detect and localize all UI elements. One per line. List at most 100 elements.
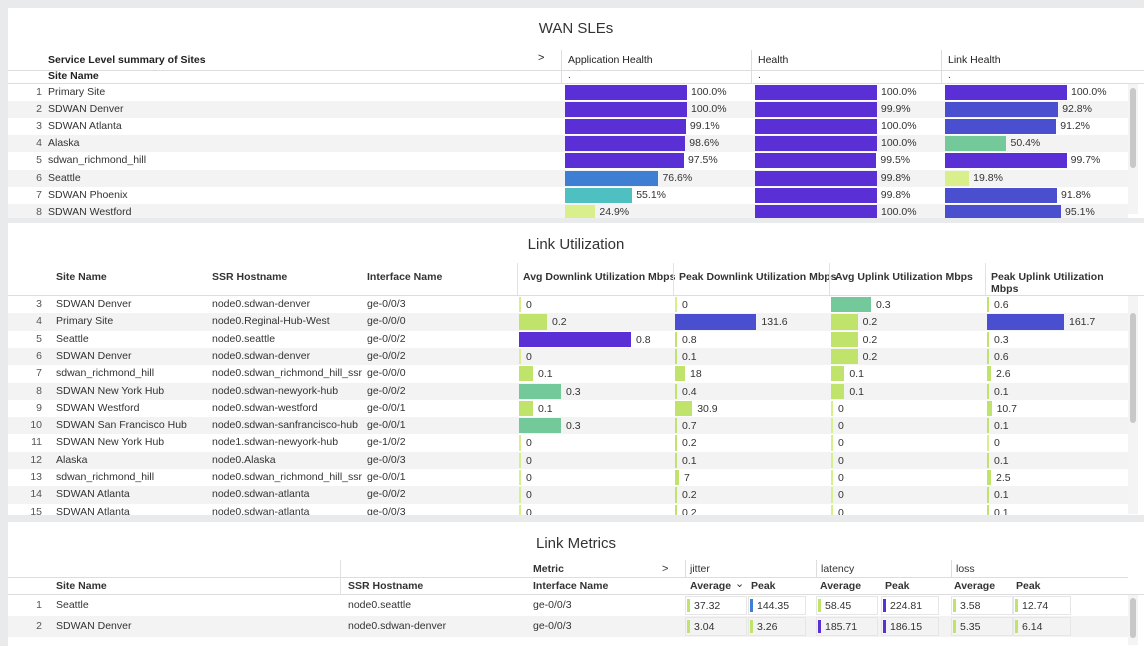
sort-desc-icon[interactable]: ⌄ <box>735 577 744 590</box>
metric-group-loss: loss <box>951 560 1081 577</box>
col-ssr-hostname[interactable]: SSR Hostname <box>212 271 287 283</box>
au-value: 0.2 <box>862 333 878 346</box>
util-table-row[interactable]: 4 Primary Site node0.Reginal-Hub-West ge-0/… <box>8 313 1128 331</box>
metric-value: 185.71 <box>825 621 858 633</box>
wan-table-row[interactable]: 7 SDWAN Phoenix 55.1% 99.8% 91.8% <box>8 187 1128 204</box>
util-table-row[interactable]: 13 sdwan_richmond_hill node0.sdwan_richmon… <box>8 469 1128 486</box>
pd-bar <box>675 297 677 313</box>
wan-table-row[interactable]: 1 Primary Site 100.0% 100.0% 100.0% <box>8 84 1128 101</box>
ad-bar <box>519 366 533 382</box>
col-loss-average[interactable]: Average <box>954 580 995 592</box>
col-latency-average[interactable]: Average <box>820 580 861 592</box>
row-number: 15 <box>30 505 42 515</box>
ssr-hostname: node0.seattle <box>348 599 412 611</box>
col-latency-peak[interactable]: Peak <box>885 580 910 592</box>
wan-table-row[interactable]: 3 SDWAN Atlanta 99.1% 100.0% 91.2% <box>8 118 1128 135</box>
col-avg-uplink[interactable]: Avg Uplink Utilization Mbps <box>835 271 973 283</box>
pu-bar <box>987 418 989 434</box>
pu-bar <box>987 314 1064 330</box>
row-number: 8 <box>36 384 42 397</box>
util-table-row[interactable]: 14 SDWAN Atlanta node0.sdwan-atlanta ge-0/0… <box>8 486 1128 504</box>
ssr-hostname: node1.sdwan-newyork-hub <box>212 436 339 449</box>
pd-value: 0.2 <box>682 506 697 515</box>
au-value: 0 <box>838 489 844 502</box>
ad-bar <box>519 470 521 486</box>
site-name: SDWAN Westford <box>56 401 140 414</box>
site-name: Primary Site <box>48 86 106 98</box>
util-scrollbar[interactable] <box>1130 313 1136 423</box>
au-bar <box>831 470 833 486</box>
site-name: SDWAN Westford <box>48 205 132 218</box>
metric-expand-chevron[interactable]: > <box>662 563 668 575</box>
wan-table-row[interactable]: 6 Seattle 76.6% 99.8% 19.8% <box>8 169 1128 187</box>
metric-cell: 3.04 <box>685 617 747 636</box>
col-jitter-peak[interactable]: Peak <box>751 580 776 592</box>
au-value: 0 <box>838 420 844 433</box>
site-name: sdwan_richmond_hill <box>48 154 147 167</box>
col-ssr-hostname[interactable]: SSR Hostname <box>348 580 423 592</box>
wan-col-site-header[interactable]: Site Name <box>48 70 99 83</box>
pd-value: 0.1 <box>682 454 697 467</box>
pu-bar <box>987 435 989 451</box>
app-value: 98.6% <box>689 137 720 150</box>
util-table-row[interactable]: 15 SDWAN Atlanta node0.sdwan-atlanta ge-0/0… <box>8 504 1128 515</box>
util-table-row[interactable]: 12 Alaska node0.Alaska ge-0/0/3 0 0.1 0 0.1 <box>8 451 1128 469</box>
row-number: 5 <box>36 332 42 345</box>
wan-table-row[interactable]: 2 SDWAN Denver 100.0% 99.9% 92.8% <box>8 101 1128 119</box>
interface-name: ge-0/0/2 <box>367 332 406 345</box>
wan-table-row[interactable]: 5 sdwan_richmond_hill 97.5% 99.5% 99.7% <box>8 152 1128 169</box>
col-peak-downlink[interactable]: Peak Downlink Utilization Mbps <box>679 271 837 283</box>
col-avg-downlink[interactable]: Avg Downlink Utilization Mbps <box>523 271 675 283</box>
link-value: 91.8% <box>1060 188 1091 201</box>
col-peak-uplink[interactable]: Peak Uplink Utilization Mbps <box>991 271 1128 295</box>
row-number: 11 <box>31 436 42 449</box>
util-table-row[interactable]: 6 SDWAN Denver node0.sdwan-denver ge-0/0/2 0… <box>8 347 1128 366</box>
col-interface-name[interactable]: Interface Name <box>367 271 442 283</box>
util-table-row[interactable]: 10 SDWAN San Francisco Hub node0.sdwan-san… <box>8 417 1128 435</box>
au-bar <box>831 435 833 451</box>
ad-value: 0.3 <box>566 420 581 433</box>
pd-bar <box>675 383 677 399</box>
util-table-row[interactable]: 8 SDWAN New York Hub node0.sdwan-newyork-h… <box>8 382 1128 400</box>
wan-table-row[interactable]: 4 Alaska 98.6% 100.0% 50.4% <box>8 135 1128 153</box>
pd-value: 0.4 <box>682 385 697 398</box>
site-name: Seattle <box>48 171 81 184</box>
util-table-row[interactable]: 5 Seattle node0.seattle ge-0/0/2 0.8 0.8 0.2 0.… <box>8 331 1128 348</box>
row-number: 4 <box>36 137 42 150</box>
metric-cell: 37.32 <box>685 596 747 615</box>
link-bar <box>945 170 970 186</box>
health-value: 99.8% <box>880 171 911 184</box>
health-value: 100.0% <box>881 137 917 150</box>
wan-table-row[interactable]: 8 SDWAN Westford 24.9% 100.0% 95.1% <box>8 203 1128 218</box>
link-utilization-title: Link Utilization <box>527 236 625 253</box>
metrics-table-row[interactable]: 2 SDWAN Denver node0.sdwan-denver ge-0/0/3 3… <box>8 616 1128 637</box>
app-bar <box>565 102 687 118</box>
link-bar <box>945 85 1067 101</box>
ssr-hostname: node0.sdwan-atlanta <box>212 488 310 501</box>
util-table-row[interactable]: 7 sdwan_richmond_hill node0.sdwan_richmond… <box>8 365 1128 382</box>
link-bar <box>945 119 1057 135</box>
pu-bar <box>987 348 989 365</box>
col-site-name[interactable]: Site Name <box>56 580 107 592</box>
ad-bar <box>519 314 547 330</box>
metrics-table-row[interactable]: 1 Seattle node0.seattle ge-0/0/3 37.32 144.35… <box>8 595 1128 616</box>
metrics-scrollbar[interactable] <box>1130 598 1136 638</box>
pu-value: 0.6 <box>994 350 1009 363</box>
util-table-row[interactable]: 3 SDWAN Denver node0.sdwan-denver ge-0/0/3 0… <box>8 296 1128 313</box>
col-interface-name[interactable]: Interface Name <box>533 580 608 592</box>
col-site-name[interactable]: Site Name <box>56 271 107 283</box>
health-bar <box>755 204 877 218</box>
pd-value: 131.6 <box>761 316 788 329</box>
row-number: 3 <box>36 298 42 310</box>
col-jitter-average[interactable]: Average <box>690 580 731 592</box>
pu-bar <box>987 331 989 347</box>
health-value: 100.0% <box>881 205 917 218</box>
util-table-row[interactable]: 9 SDWAN Westford node0.sdwan-westford ge-0/… <box>8 400 1128 417</box>
pu-value: 0.1 <box>994 454 1009 467</box>
util-table-row[interactable]: 11 SDWAN New York Hub node1.sdwan-newyork-… <box>8 434 1128 451</box>
app-value: 100.0% <box>691 86 727 98</box>
wan-scrollbar[interactable] <box>1130 88 1136 168</box>
wan-expand-chevron[interactable]: > <box>538 52 544 64</box>
metric-value: 5.35 <box>960 621 981 633</box>
col-loss-peak[interactable]: Peak <box>1016 580 1041 592</box>
